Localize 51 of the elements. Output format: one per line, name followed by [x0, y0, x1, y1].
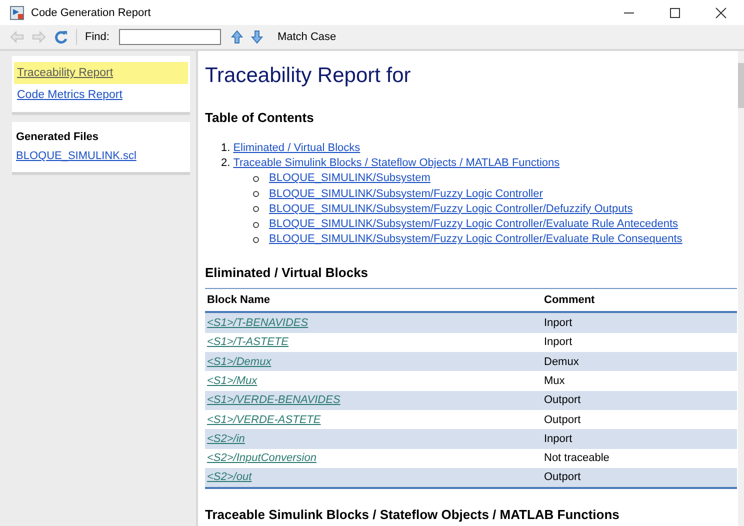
report-link[interactable]: Traceability Report	[14, 62, 188, 84]
block-link[interactable]: <S1>/T-ASTETE	[207, 336, 289, 348]
find-label: Find:	[85, 31, 110, 43]
bullet-icon	[253, 206, 259, 212]
table-cell-text: Mux	[543, 374, 566, 389]
table-cell: Outport	[542, 468, 737, 488]
table-cell: Inport	[542, 332, 737, 352]
match-case-button[interactable]: Match Case	[277, 31, 336, 43]
toc-link[interactable]: BLOQUE_SIMULINK/Subsystem/Fuzzy Logic Controller/Evaluate Rule Antecedents	[269, 217, 678, 232]
report-title: Traceability Report for	[205, 64, 412, 88]
window-title: Code Generation Report	[31, 6, 151, 18]
section-heading: Eliminated / Virtual Blocks	[205, 265, 370, 280]
block-link[interactable]: <S2>/out	[207, 471, 252, 484]
down-arrow-icon[interactable]	[251, 30, 264, 44]
table-cell: Outport	[542, 410, 737, 430]
block-link[interactable]: <S1>/Mux	[207, 374, 258, 387]
section-heading: Traceable Simulink Blocks / Stateflow Objects / MATLAB Functions	[205, 507, 620, 522]
list-number: 1.	[221, 141, 230, 156]
find-field[interactable]	[119, 29, 222, 45]
section-heading: Table of Contents	[205, 110, 315, 125]
toc-link[interactable]: BLOQUE_SIMULINK/Subsystem	[269, 171, 430, 187]
toc-link[interactable]: Eliminated / Virtual Blocks	[233, 141, 360, 156]
toc-link[interactable]: Traceable Simulink Blocks / Stateflow Objects / MATLAB Functions	[233, 156, 560, 172]
block-link[interactable]: <S1>/Demux	[207, 356, 272, 368]
app-icon	[10, 6, 24, 20]
block-link[interactable]: <S1>/T-BENAVIDES	[207, 317, 308, 330]
list-number: 2.	[221, 156, 230, 172]
toc-link[interactable]: BLOQUE_SIMULINK/Subsystem/Fuzzy Logic Controller	[269, 186, 543, 202]
bullet-icon	[253, 236, 259, 243]
maximize-icon[interactable]	[669, 6, 681, 18]
toc-link[interactable]: BLOQUE_SIMULINK/Subsystem/Fuzzy Logic Controller/Evaluate Rule Consequents	[269, 232, 682, 248]
table-cell: Outport	[542, 390, 737, 410]
file-link[interactable]: BLOQUE_SIMULINK.scl	[14, 146, 188, 166]
table-cell: Demux	[542, 352, 737, 372]
block-link[interactable]: <S2>/InputConversion	[207, 452, 316, 464]
bullet-icon	[253, 191, 259, 198]
bullet-icon	[253, 222, 259, 228]
files-heading: Generated Files	[15, 130, 100, 145]
toc-link[interactable]: BLOQUE_SIMULINK/Subsystem/Fuzzy Logic Controller/Defuzzify Outputs	[269, 202, 633, 218]
report-link[interactable]: Code Metrics Report	[14, 84, 188, 106]
block-link[interactable]: <S2>/in	[207, 432, 245, 445]
up-arrow-icon[interactable]	[231, 30, 244, 44]
scrollbar[interactable]	[738, 51, 744, 526]
table-cell: Inport	[542, 312, 737, 333]
scroll-thumb[interactable]	[738, 63, 744, 108]
refresh-icon[interactable]	[54, 30, 68, 44]
close-icon[interactable]	[715, 6, 727, 18]
table-cell: Inport	[542, 429, 737, 448]
bullet-icon	[253, 176, 259, 182]
block-link[interactable]: <S1>/VERDE-ASTETE	[207, 414, 321, 426]
table-cell: Not traceable	[542, 448, 737, 468]
